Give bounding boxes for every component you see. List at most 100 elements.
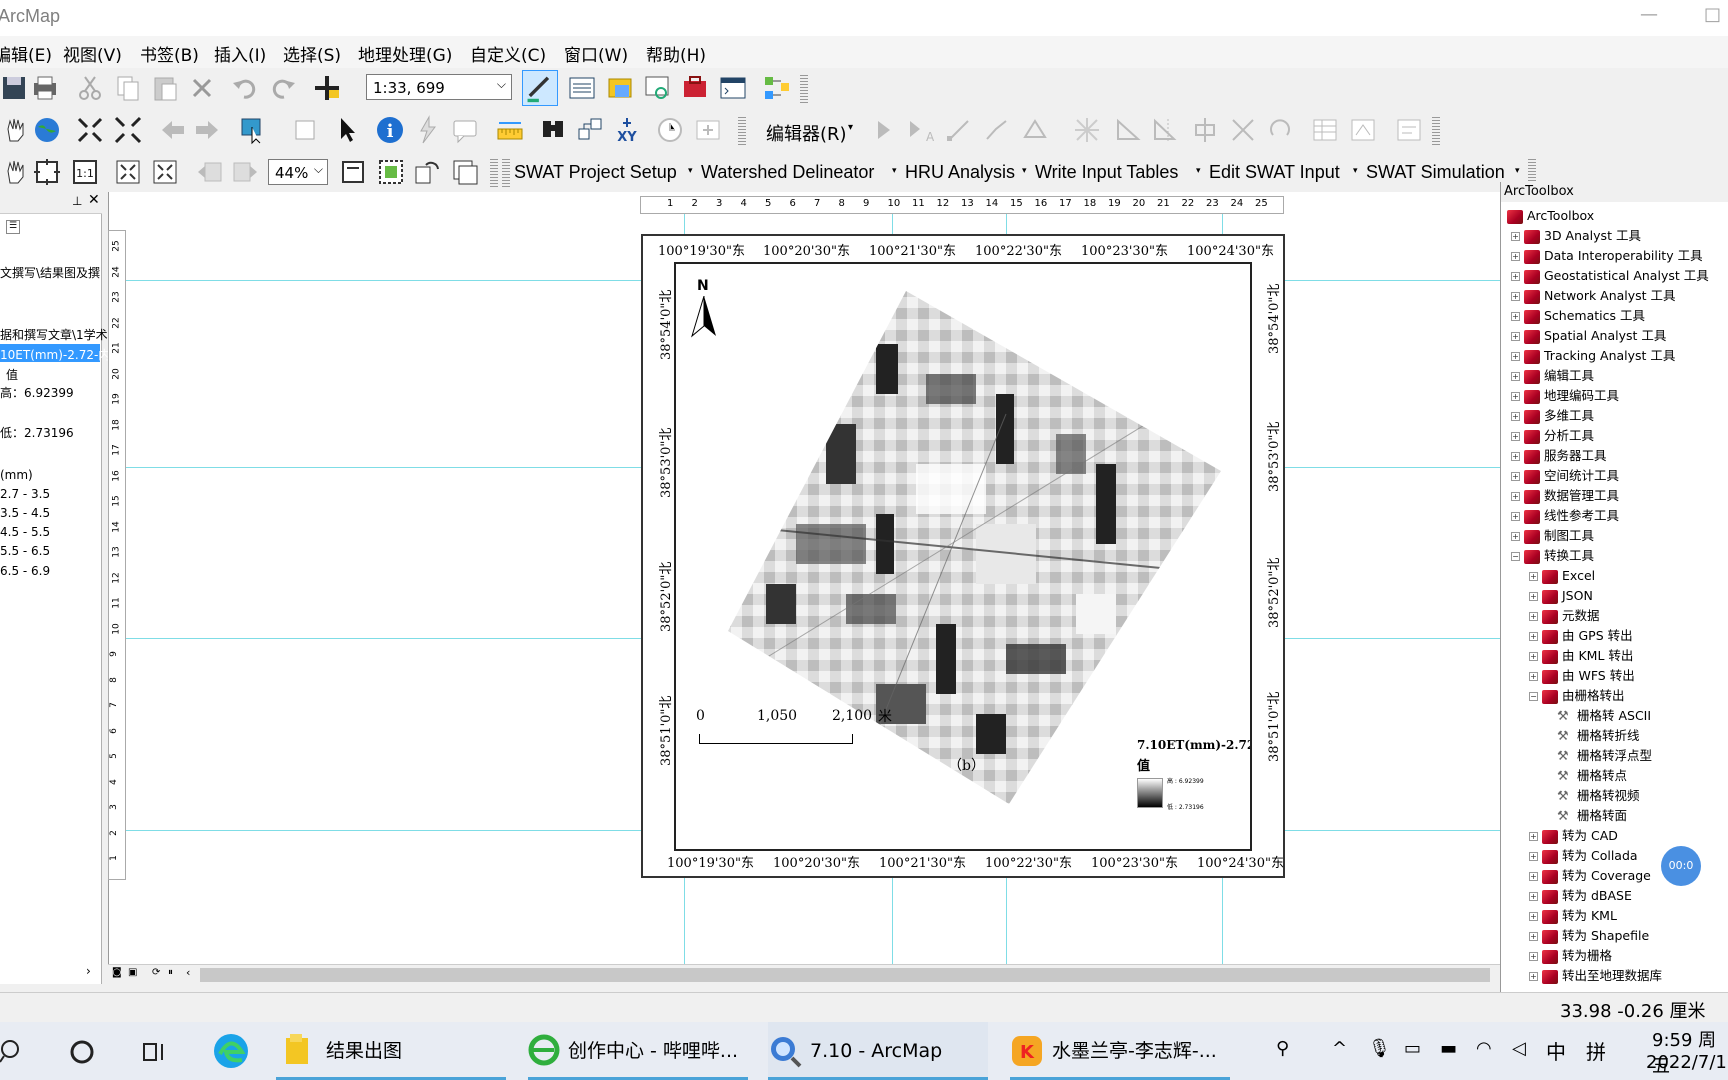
toolbox-tree-item[interactable]: + Tracking Analyst 工具 <box>1511 346 1675 366</box>
data-view-button[interactable]: ◙ <box>112 967 122 978</box>
scroll-left-icon[interactable]: ‹ <box>186 966 190 979</box>
task-view-icon[interactable] <box>142 1038 170 1066</box>
expand-icon[interactable]: + <box>1529 652 1538 661</box>
layout-forward-icon[interactable] <box>230 157 260 187</box>
expand-icon[interactable]: + <box>1511 252 1520 261</box>
select-elements-icon[interactable] <box>333 115 363 145</box>
expand-icon[interactable]: + <box>1529 972 1538 981</box>
pause-icon[interactable]: ⏸ <box>168 967 173 978</box>
expand-icon[interactable]: + <box>1511 292 1520 301</box>
html-popup-icon[interactable] <box>450 115 480 145</box>
toolbox-tool-item[interactable]: ⚒ 栅格转视频 <box>1557 786 1640 806</box>
toolbox-tree-item[interactable]: + 服务器工具 <box>1511 446 1607 466</box>
toolbox-tree-item[interactable]: + 线性参考工具 <box>1511 506 1619 526</box>
toolbox-tree-item[interactable]: + 多维工具 <box>1511 406 1594 426</box>
cut-icon[interactable] <box>75 73 105 103</box>
data-frame[interactable]: N 0 1,050 2,100 米 （b） 7.10ET(mm)-2.72-内框… <box>674 262 1252 851</box>
refresh-icon[interactable]: ⟳ <box>152 967 160 978</box>
toolbox-tree-item[interactable]: + Spatial Analyst 工具 <box>1511 326 1666 346</box>
go-to-xy-icon[interactable]: XY <box>612 115 642 145</box>
add-data-icon[interactable] <box>312 73 342 103</box>
expand-icon[interactable]: + <box>1529 572 1538 581</box>
toolbox-tree-item[interactable]: − 由栅格转出 <box>1529 686 1625 706</box>
copy-icon[interactable] <box>113 73 143 103</box>
toolbox-tree-item[interactable]: + 转为 Collada <box>1529 846 1638 866</box>
construction-tools-icon[interactable] <box>1020 115 1050 145</box>
toolbox-tree-item[interactable]: + 分析工具 <box>1511 426 1594 446</box>
expand-icon[interactable]: + <box>1511 492 1520 501</box>
expand-icon[interactable]: + <box>1511 512 1520 521</box>
toolbox-tree-item[interactable]: + 制图工具 <box>1511 526 1594 546</box>
horizontal-ruler[interactable]: 1 2 3 4 5 6 7 8 9 10 11 12 13 14 15 16 17 18 19 20 21 22 23 24 2… <box>640 196 1284 214</box>
measure-icon[interactable] <box>495 115 525 145</box>
full-extent-icon[interactable] <box>32 115 62 145</box>
expand-icon[interactable]: + <box>1511 272 1520 281</box>
volume-icon[interactable]: ◁ <box>1512 1038 1526 1059</box>
expand-icon[interactable]: + <box>1529 932 1538 941</box>
toolbox-tree-item[interactable]: + 转为 CAD <box>1529 826 1618 846</box>
sketch-properties-icon[interactable] <box>1265 115 1295 145</box>
toolbox-tool-item[interactable]: ⚒ 栅格转 ASCII <box>1557 706 1651 726</box>
people-icon[interactable]: ⚲ <box>1276 1038 1289 1059</box>
editor-toolbar-icon[interactable] <box>522 70 558 106</box>
collapse-icon[interactable]: − <box>1511 552 1520 561</box>
toolbox-tree-item[interactable]: + 数据管理工具 <box>1511 486 1619 506</box>
menu-help[interactable]: 帮助(H) <box>646 41 706 66</box>
taskbar-app-music[interactable]: K 水墨兰亭-李志辉-... <box>1010 1022 1230 1080</box>
expand-icon[interactable]: + <box>1511 452 1520 461</box>
menu-edit[interactable]: 编辑(E) <box>0 41 52 66</box>
toolbox-tree-item[interactable]: + 地理编码工具 <box>1511 386 1619 406</box>
toc-selected-layer[interactable]: 10ET(mm)-2.72-内 <box>0 344 110 362</box>
editor-menu[interactable]: 编辑器(R) <box>766 120 847 146</box>
clear-selection-icon[interactable] <box>290 115 320 145</box>
toolbox-tree-item[interactable]: + 由 KML 转出 <box>1529 646 1633 666</box>
hru-analysis-menu[interactable]: HRU Analysis <box>905 162 1015 183</box>
undo-icon[interactable] <box>230 73 260 103</box>
expand-icon[interactable]: + <box>1529 832 1538 841</box>
toolbox-tree-item[interactable]: + 转为栅格 <box>1529 946 1612 966</box>
toolbar-grip[interactable] <box>1432 115 1440 145</box>
microphone-icon[interactable]: 🎙 <box>1368 1038 1391 1059</box>
close-icon[interactable]: ✕ <box>88 192 100 208</box>
taskbar-app-result-folder[interactable]: 结果出图 <box>276 1022 506 1080</box>
straight-segment-icon[interactable] <box>944 115 974 145</box>
sketch-icon[interactable] <box>1348 115 1378 145</box>
fixed-zoom-in-icon[interactable] <box>75 115 105 145</box>
expand-icon[interactable]: + <box>1529 912 1538 921</box>
menu-geoprocessing[interactable]: 地理处理(G) <box>358 41 452 66</box>
toolbox-tree-item[interactable]: + Geostatistical Analyst 工具 <box>1511 266 1709 286</box>
arctoolbox-icon[interactable] <box>680 73 710 103</box>
layout-fixed-zoom-out-icon[interactable] <box>150 157 180 187</box>
layout-fixed-zoom-in-icon[interactable] <box>113 157 143 187</box>
toolbox-tool-item[interactable]: ⚒ 栅格转折线 <box>1557 726 1640 746</box>
maximize-button[interactable]: □ <box>1704 4 1721 25</box>
zoom-100-percent-icon[interactable]: 1:1 <box>70 157 100 187</box>
search-icon[interactable] <box>0 1038 28 1066</box>
vertical-ruler[interactable]: 25 24 23 22 21 20 19 18 17 16 15 14 13 12 11 10 9 8 7 6 5 4 3 2… <box>108 230 126 880</box>
scale-dropdown[interactable]: 1:33, 699 ⌵ <box>366 74 512 100</box>
menu-insert[interactable]: 插入(I) <box>214 41 266 66</box>
split-tool-icon[interactable] <box>1190 115 1220 145</box>
expand-icon[interactable]: + <box>1511 392 1520 401</box>
menu-windows[interactable]: 窗口(W) <box>564 41 628 66</box>
toolbox-tree-item[interactable]: +3D Analyst 工具 <box>1511 226 1641 246</box>
expand-icon[interactable]: + <box>1511 432 1520 441</box>
expand-icon[interactable]: + <box>1529 892 1538 901</box>
toolbox-tool-item[interactable]: ⚒ 栅格转点 <box>1557 766 1627 786</box>
expand-icon[interactable]: + <box>1511 232 1520 241</box>
expand-icon[interactable]: + <box>1511 412 1520 421</box>
watershed-delineator-menu[interactable]: Watershed Delineator <box>701 162 874 183</box>
toolbox-tree-item[interactable]: + 空间统计工具 <box>1511 466 1619 486</box>
expand-icon[interactable]: + <box>1511 472 1520 481</box>
edit-swat-input-menu[interactable]: Edit SWAT Input <box>1209 162 1340 183</box>
toolbox-tree-item[interactable]: + 编辑工具 <box>1511 366 1594 386</box>
chevron-right-icon[interactable]: › <box>86 964 91 978</box>
pan-icon[interactable] <box>0 115 30 145</box>
paste-icon[interactable] <box>150 73 180 103</box>
battery-icon[interactable]: ▬ <box>1440 1038 1457 1059</box>
expand-icon[interactable]: + <box>1511 332 1520 341</box>
menu-view[interactable]: 视图(V) <box>63 41 122 66</box>
cut-polygons-icon[interactable] <box>1150 115 1180 145</box>
edge-icon[interactable] <box>212 1032 250 1070</box>
redo-icon[interactable] <box>268 73 298 103</box>
